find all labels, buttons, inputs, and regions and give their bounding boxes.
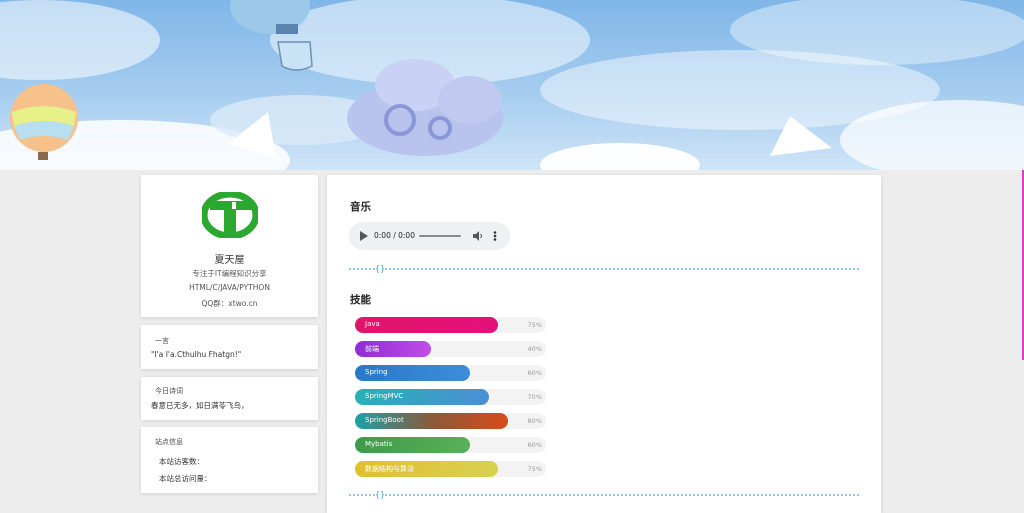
skills-title: 技能 bbox=[350, 294, 371, 306]
skill-bar: Java bbox=[355, 317, 498, 333]
skill-name: 前端 bbox=[365, 345, 379, 353]
site-stats-card: 站点信息 本站访客数： 本站总访问量： bbox=[141, 427, 318, 493]
skill-bar: 数据结构与算法 bbox=[355, 461, 498, 477]
skill-bar: Spring bbox=[355, 365, 470, 381]
audio-time: 0:00 / 0:00 bbox=[374, 231, 415, 240]
visitors-label: 本站访客数： bbox=[159, 457, 204, 466]
profile-card: 夏天屋 专注于IT编程知识分享 HTML/C/JAVA/PYTHON QQ群：x… bbox=[141, 175, 318, 317]
quote-card: 一言 "I'a I'a.Cthulhu Fhatgn!" bbox=[141, 325, 318, 369]
profile-name: 夏天屋 bbox=[214, 255, 245, 266]
skill-percent: 75% bbox=[527, 465, 542, 473]
audio-player[interactable]: 0:00 / 0:00 bbox=[349, 222, 510, 250]
music-title: 音乐 bbox=[350, 201, 371, 213]
skill-bar: Mybatis bbox=[355, 437, 470, 453]
skill-name: Mybatis bbox=[365, 440, 393, 448]
sky-illustration bbox=[0, 0, 1024, 170]
main-content-card: 音乐 0:00 / 0:00 {} 技能 Java 75% 前端 40% Spring 6… bbox=[327, 175, 881, 513]
divider-mark: {} bbox=[375, 490, 386, 500]
skill-row: SpringMVC 70% bbox=[355, 389, 546, 405]
site-logo-icon bbox=[202, 192, 258, 238]
profile-tech: HTML/C/JAVA/PYTHON bbox=[189, 283, 270, 292]
quote-text: "I'a I'a.Cthulhu Fhatgn!" bbox=[151, 350, 242, 359]
section-divider: {} bbox=[349, 490, 859, 500]
skill-row: Mybatis 60% bbox=[355, 437, 546, 453]
skill-row: 前端 40% bbox=[355, 341, 546, 357]
skill-row: 数据结构与算法 75% bbox=[355, 461, 546, 477]
skill-percent: 40% bbox=[527, 345, 542, 353]
more-vertical-icon[interactable] bbox=[493, 231, 497, 241]
skill-name: Spring bbox=[365, 368, 388, 376]
skill-percent: 70% bbox=[527, 393, 542, 401]
poem-text: 春意已无多，如日满苓飞鸟， bbox=[151, 401, 249, 410]
skill-name: SpringMVC bbox=[365, 392, 404, 400]
volume-icon[interactable] bbox=[473, 231, 483, 241]
skill-bar: 前端 bbox=[355, 341, 431, 357]
section-divider: {} bbox=[349, 264, 859, 274]
divider-mark: {} bbox=[375, 264, 386, 274]
skill-percent: 75% bbox=[527, 321, 542, 329]
skill-row: Java 75% bbox=[355, 317, 546, 333]
profile-qq: QQ群：xtwo.cn bbox=[201, 299, 258, 308]
skill-percent: 80% bbox=[527, 417, 542, 425]
poem-card: 今日诗词 春意已无多，如日满苓飞鸟， bbox=[141, 377, 318, 420]
skill-name: Java bbox=[365, 320, 380, 328]
skill-bar: SpringMVC bbox=[355, 389, 489, 405]
audio-progress-slider[interactable] bbox=[419, 235, 461, 237]
skill-row: SpringBoot 80% bbox=[355, 413, 546, 429]
page-views-label: 本站总访问量： bbox=[159, 474, 212, 483]
skill-row: Spring 60% bbox=[355, 365, 546, 381]
header-banner bbox=[0, 0, 1024, 170]
skill-name: 数据结构与算法 bbox=[365, 465, 414, 473]
skill-bar: SpringBoot bbox=[355, 413, 508, 429]
play-icon[interactable] bbox=[360, 231, 368, 241]
quote-heading: 一言 bbox=[155, 337, 169, 345]
skill-percent: 60% bbox=[527, 369, 542, 377]
skill-percent: 60% bbox=[527, 441, 542, 449]
profile-tagline: 专注于IT编程知识分享 bbox=[192, 269, 267, 278]
skill-name: SpringBoot bbox=[365, 416, 404, 424]
poem-heading: 今日诗词 bbox=[155, 387, 183, 395]
stats-heading: 站点信息 bbox=[155, 438, 183, 446]
